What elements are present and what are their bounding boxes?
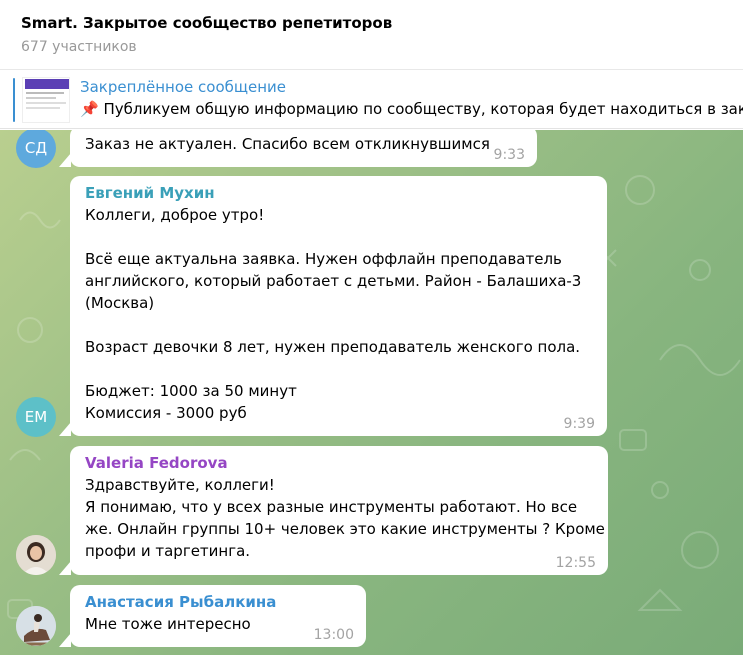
message-time: 13:00 (313, 627, 354, 643)
pinned-indicator (13, 78, 15, 122)
message-time: 12:55 (555, 555, 596, 571)
sender-name: Анастасия Рыбалкина (85, 593, 277, 611)
message-line: (Москва) (85, 294, 155, 312)
message-line: Возраст девочки 8 лет, нужен преподавате… (85, 338, 581, 356)
message-line: Коллеги, доброе утро! (85, 206, 265, 224)
avatar-initials: СД (24, 139, 48, 157)
chat-header[interactable]: Smart. Закрытое сообщество репетиторов 6… (0, 0, 743, 70)
pinned-thumbnail (22, 77, 70, 123)
user-photo-icon (16, 535, 56, 575)
message-line (85, 314, 592, 336)
message-line: Я понимаю, что у всех разные инструменты… (85, 498, 578, 516)
message-list[interactable]: СД Заказ не актуален. Спасибо всем откли… (0, 130, 743, 655)
message-bubble[interactable]: Евгений Мухин Коллеги, доброе утро! Всё … (70, 176, 607, 436)
avatar-initials: ЕМ (24, 408, 48, 426)
member-count: 677 участников (21, 39, 137, 55)
sender-name: Valeria Fedorova (85, 454, 228, 472)
sender-name: Евгений Мухин (85, 184, 215, 202)
message-time: 9:33 (493, 147, 525, 163)
message-time: 9:39 (563, 416, 595, 432)
message-line: профи и таргетинга. (85, 542, 251, 560)
message-bubble[interactable]: Анастасия Рыбалкина Мне тоже интересно 1… (70, 585, 366, 647)
message-line (85, 358, 592, 380)
chat-title: Smart. Закрытое сообщество репетиторов (21, 14, 393, 32)
message-line: Всё еще актуальна заявка. Нужен оффлайн … (85, 250, 562, 268)
message-line: Бюджет: 1000 за 50 минут (85, 382, 297, 400)
message-text: Заказ не актуален. Спасибо всем откликну… (85, 135, 490, 153)
pinned-title: Закреплённое сообщение (80, 78, 287, 96)
pinned-preview-text: 📌 Публикуем общую информацию по сообщест… (80, 100, 743, 118)
message-line: Здравствуйте, коллеги! (85, 476, 275, 494)
avatar[interactable] (16, 606, 56, 646)
message-bubble[interactable]: Valeria Fedorova Здравствуйте, коллеги! … (70, 446, 608, 575)
message-line: Комиссия - 3000 руб (85, 404, 247, 422)
message-line (85, 226, 592, 248)
message-bubble[interactable]: Заказ не актуален. Спасибо всем откликну… (70, 130, 537, 167)
message-line: же. Онлайн группы 10+ человек это какие … (85, 520, 605, 538)
avatar[interactable] (16, 535, 56, 575)
message-line: английского, который работает с детьми. … (85, 272, 582, 290)
pinned-message-bar[interactable]: Закреплённое сообщение 📌 Публикуем общую… (0, 71, 743, 129)
user-photo-icon (16, 606, 56, 646)
message-text: Мне тоже интересно (85, 615, 251, 633)
avatar[interactable]: ЕМ (16, 397, 56, 437)
